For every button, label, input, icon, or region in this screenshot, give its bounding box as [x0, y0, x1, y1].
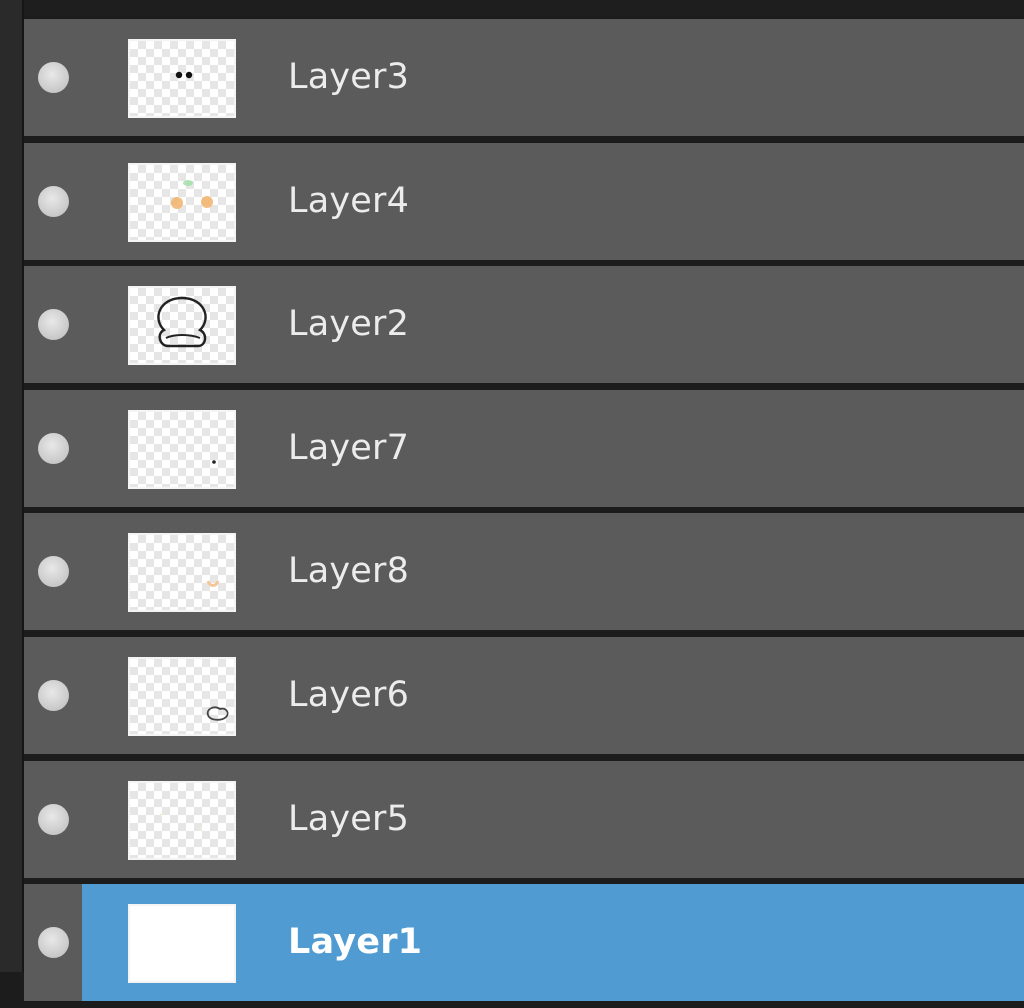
- layer-thumbnail[interactable]: [128, 533, 236, 613]
- layer-row-layer1[interactable]: Layer1: [24, 884, 1024, 1002]
- layer-name[interactable]: Layer2: [288, 266, 409, 383]
- small-dot-thumbnail-icon: [212, 459, 216, 464]
- visibility-toggle-icon[interactable]: [38, 309, 69, 341]
- visibility-toggle-icon[interactable]: [38, 927, 69, 959]
- layer-name[interactable]: Layer5: [288, 761, 409, 878]
- layer-row-layer7[interactable]: Layer7: [24, 389, 1024, 507]
- layer-row-layer6[interactable]: Layer6: [24, 636, 1024, 754]
- layer-thumbnail[interactable]: [128, 162, 236, 242]
- visibility-toggle-icon[interactable]: [38, 432, 69, 464]
- panel-top-bar: [0, 0, 1024, 16]
- layer-row-layer5[interactable]: Layer5: [24, 760, 1024, 878]
- visibility-toggle-icon[interactable]: [38, 556, 69, 588]
- panel-left-edge: [0, 0, 24, 972]
- head-outline-thumbnail-icon: [157, 296, 207, 348]
- visibility-toggle-icon[interactable]: [38, 679, 69, 711]
- layer-thumbnail[interactable]: [128, 39, 236, 118]
- visibility-toggle-icon[interactable]: [38, 803, 69, 835]
- layer-row-layer4[interactable]: Layer4: [24, 142, 1024, 260]
- layer-row-layer2[interactable]: Layer2: [24, 266, 1024, 384]
- layer-thumbnail[interactable]: [128, 286, 236, 366]
- layers-list: Layer3 Layer4 Layer2 Layer7 Layer8 Layer…: [24, 19, 1024, 1008]
- orange-mark-thumbnail-icon: [206, 580, 220, 588]
- layer-thumbnail[interactable]: [128, 656, 236, 736]
- layer-thumbnail[interactable]: [128, 904, 236, 984]
- visibility-toggle-icon[interactable]: [38, 62, 69, 93]
- layer-name[interactable]: Layer4: [288, 143, 409, 260]
- faint-marks-thumbnail-icon: [159, 812, 203, 831]
- layer-name[interactable]: Layer6: [288, 637, 409, 754]
- small-shape-thumbnail-icon: [206, 706, 229, 721]
- layer-name[interactable]: Layer1: [288, 884, 422, 1001]
- layer-row-layer3[interactable]: Layer3: [24, 19, 1024, 136]
- visibility-toggle-icon[interactable]: [38, 185, 69, 217]
- layer-name[interactable]: Layer3: [288, 19, 409, 136]
- cheeks-thumbnail-icon: [171, 179, 213, 209]
- layer-name[interactable]: Layer7: [288, 390, 409, 507]
- layer-row-layer8[interactable]: Layer8: [24, 513, 1024, 631]
- eyes-thumbnail-icon: [175, 71, 193, 79]
- layer-name[interactable]: Layer8: [288, 513, 409, 630]
- layer-thumbnail[interactable]: [128, 780, 236, 860]
- layer-thumbnail[interactable]: [128, 409, 236, 489]
- layers-panel: Layer3 Layer4 Layer2 Layer7 Layer8 Layer…: [0, 0, 1024, 1002]
